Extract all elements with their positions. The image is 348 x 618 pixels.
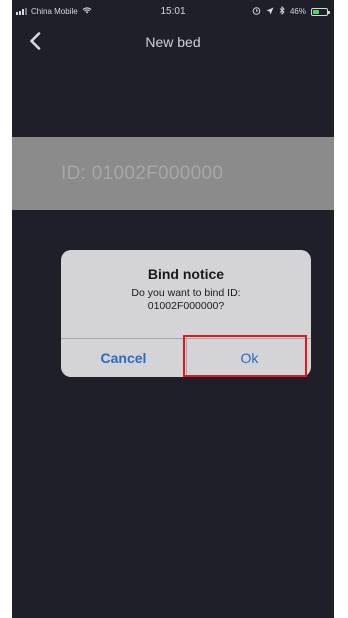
battery-icon — [311, 7, 330, 16]
alarm-icon — [252, 6, 261, 17]
ok-button-highlight-box — [183, 335, 307, 377]
dialog-message-line2: 01002F000000? — [147, 300, 225, 312]
battery-fill — [313, 9, 319, 14]
dialog-message: Do you want to bind ID: 01002F000000? — [81, 287, 291, 313]
dialog-title: Bind notice — [147, 266, 225, 282]
bluetooth-icon — [279, 5, 285, 17]
nav-bar: New bed — [12, 22, 334, 64]
cancel-button[interactable]: Cancel — [61, 339, 186, 377]
dialog-message-line1: Do you want to bind ID: — [131, 287, 241, 299]
status-right: 46% — [252, 5, 330, 17]
device-id-text: ID: 01002F000000 — [61, 162, 224, 184]
device-id-bar: ID: 01002F000000 — [12, 137, 334, 210]
status-bar: China Mobile 15:01 46% — [12, 0, 334, 22]
app-screen: China Mobile 15:01 46% New bed ID: 01002… — [12, 0, 334, 618]
battery-percent: 46% — [289, 7, 306, 16]
location-icon — [266, 7, 274, 17]
page-title: New bed — [145, 34, 201, 50]
